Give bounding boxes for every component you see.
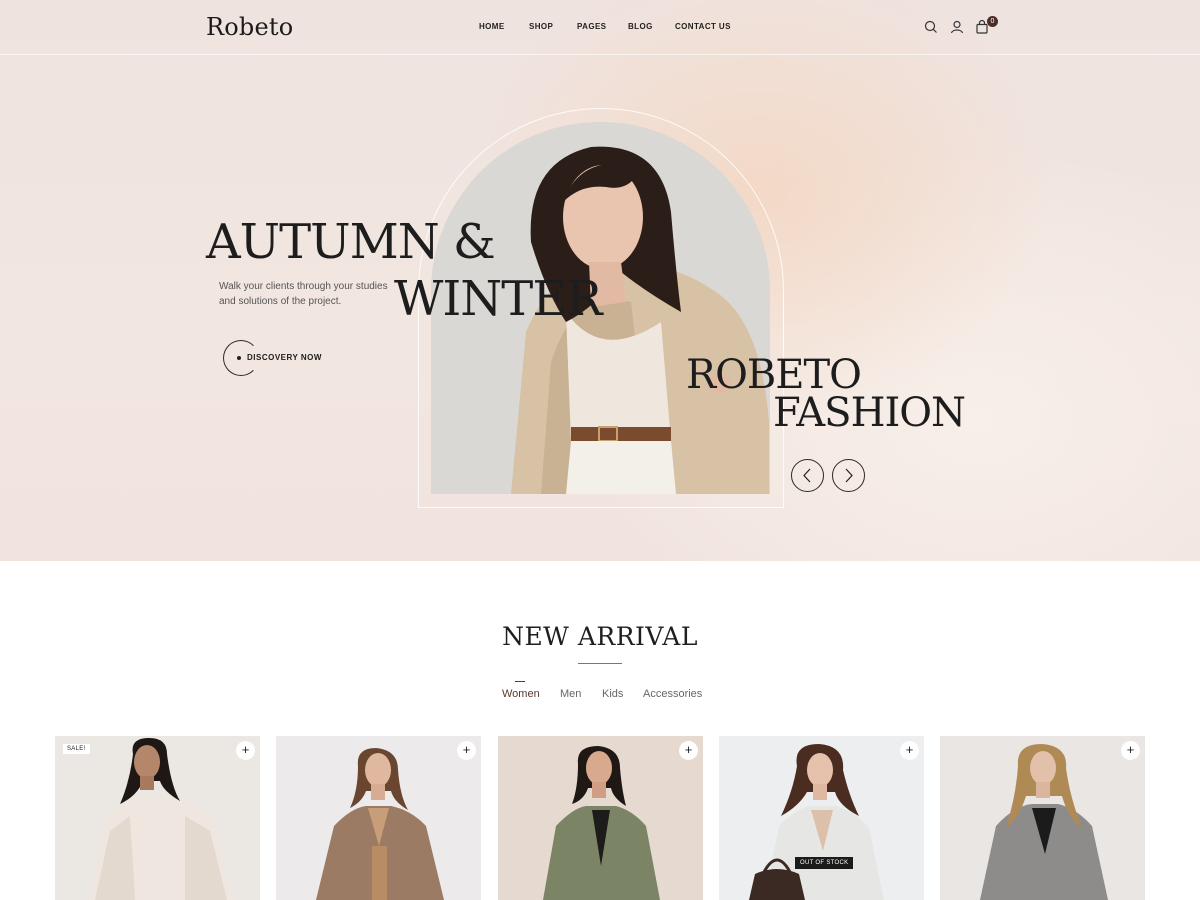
product-card[interactable]: SALE! + xyxy=(55,736,260,900)
add-to-cart-button[interactable]: + xyxy=(679,741,698,760)
slider-next-button[interactable] xyxy=(832,459,865,492)
filter-women[interactable]: Women xyxy=(502,688,540,700)
add-to-cart-button[interactable]: + xyxy=(236,741,255,760)
add-to-cart-button[interactable]: + xyxy=(457,741,476,760)
product-image xyxy=(498,736,703,900)
title-divider xyxy=(578,663,622,664)
sale-badge: SALE! xyxy=(63,744,90,754)
product-image xyxy=(940,736,1145,900)
slider-prev-button[interactable] xyxy=(791,459,824,492)
filter-men[interactable]: Men xyxy=(560,688,581,700)
site-header: Robeto HOME SHOP PAGES BLOG CONTACT US 0 xyxy=(0,0,1200,55)
nav-blog[interactable]: BLOG xyxy=(628,22,653,31)
chevron-right-icon xyxy=(845,468,853,483)
cart-count-badge: 0 xyxy=(987,16,998,27)
add-to-cart-button[interactable]: + xyxy=(1121,741,1140,760)
hero-headline-line2: WINTER xyxy=(394,271,602,327)
product-card[interactable]: OUT OF STOCK + xyxy=(719,736,924,900)
user-icon[interactable] xyxy=(949,19,965,35)
search-icon[interactable] xyxy=(923,19,939,35)
hero-banner: Robeto HOME SHOP PAGES BLOG CONTACT US 0 xyxy=(0,0,1200,561)
nav-contact-us[interactable]: CONTACT US xyxy=(675,22,731,31)
arch-outline-base xyxy=(418,507,784,508)
main-nav: HOME SHOP PAGES BLOG CONTACT US xyxy=(0,22,1200,34)
product-card[interactable]: + xyxy=(498,736,703,900)
nav-shop[interactable]: SHOP xyxy=(529,22,553,31)
nav-pages[interactable]: PAGES xyxy=(577,22,606,31)
out-of-stock-badge: OUT OF STOCK xyxy=(795,857,854,869)
add-to-cart-button[interactable]: + xyxy=(900,741,919,760)
new-arrival-title: NEW ARRIVAL xyxy=(502,622,698,651)
discovery-now-button[interactable]: DISCOVERY NOW xyxy=(223,340,343,376)
filter-accessories[interactable]: Accessories xyxy=(643,688,702,700)
discovery-now-label: DISCOVERY NOW xyxy=(247,353,322,362)
filter-kids[interactable]: Kids xyxy=(602,688,623,700)
dot-icon xyxy=(237,356,241,360)
active-filter-marker xyxy=(515,681,525,682)
product-image xyxy=(55,736,260,900)
product-card[interactable]: + xyxy=(940,736,1145,900)
product-image xyxy=(276,736,481,900)
product-image xyxy=(719,736,924,900)
chevron-left-icon xyxy=(803,468,811,483)
hero-brand-line2: FASHION xyxy=(773,390,966,436)
nav-home[interactable]: HOME xyxy=(479,22,505,31)
product-card[interactable]: + xyxy=(276,736,481,900)
hero-headline-line1: AUTUMN & xyxy=(206,214,496,270)
hero-description: Walk your clients through your studies a… xyxy=(219,281,388,307)
